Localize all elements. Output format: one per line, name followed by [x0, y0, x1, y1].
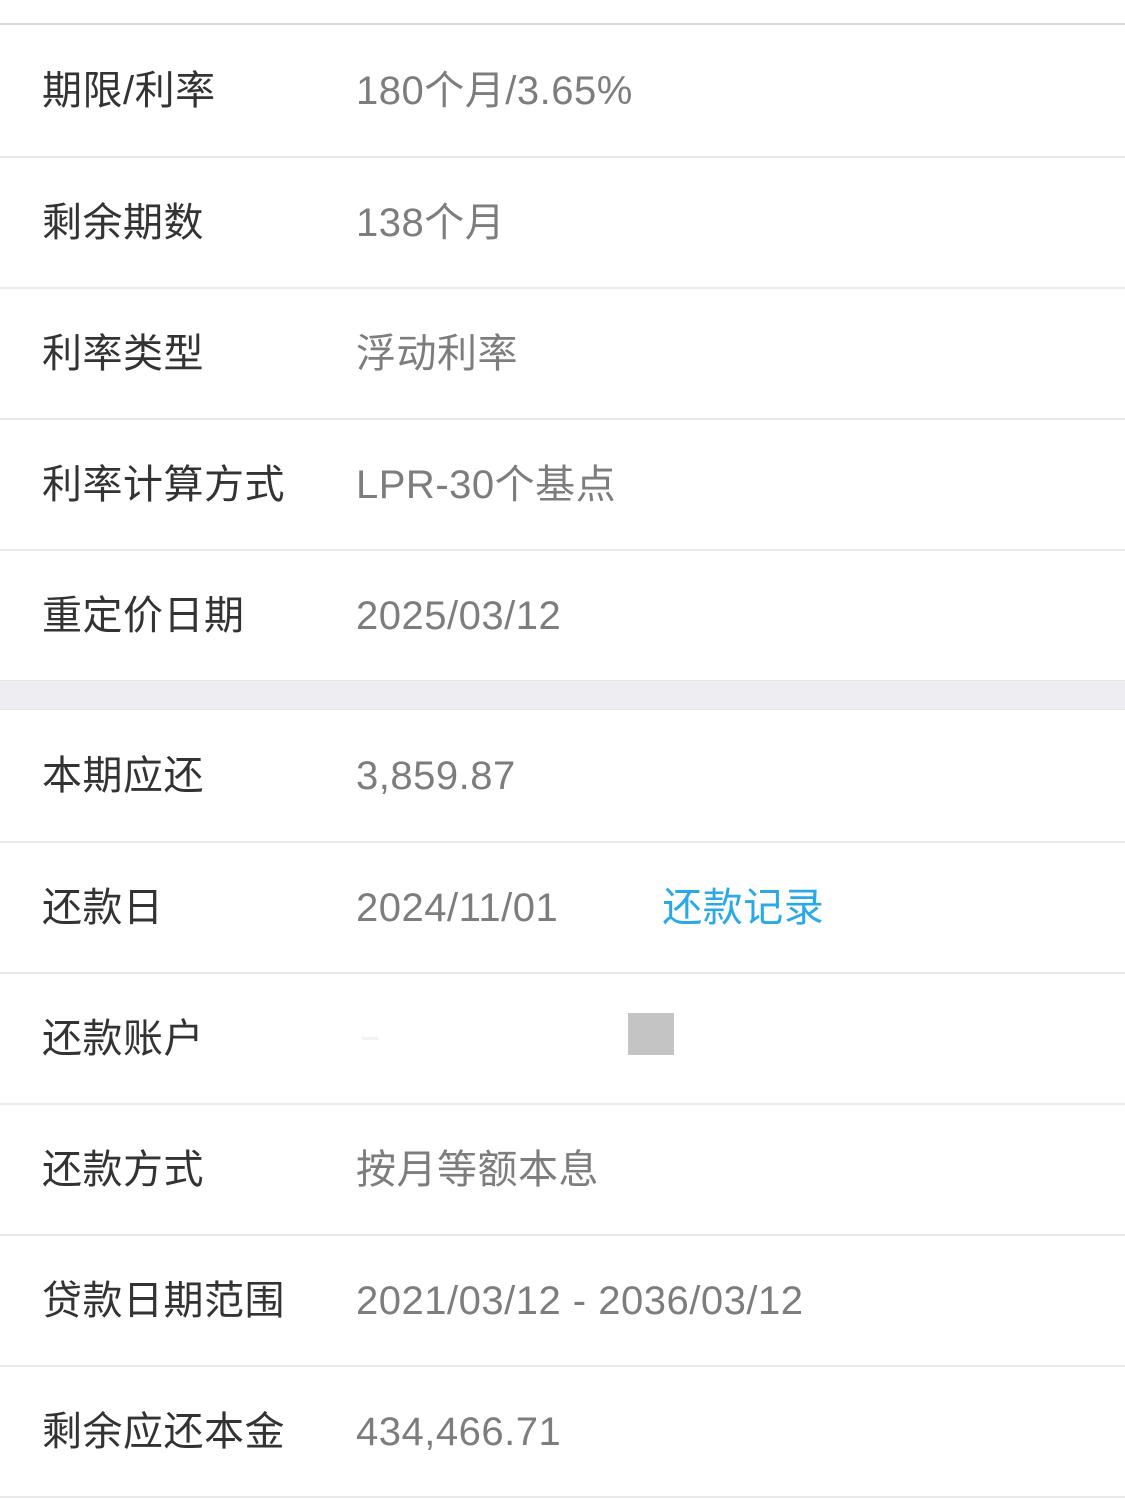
- row-value: LPR-30个基点: [356, 462, 617, 507]
- detail-row-repricing-date[interactable]: 重定价日期 2025/03/12: [0, 549, 1125, 680]
- detail-row-repayment-date[interactable]: 还款日 2024/11/01 还款记录: [0, 841, 1125, 972]
- detail-row-accrued-interest[interactable]: 截止当前应还利息 1,188.14: [0, 1496, 1125, 1500]
- detail-row-remaining-periods[interactable]: 剩余期数 138个月: [0, 156, 1125, 287]
- row-label: 重定价日期: [42, 593, 245, 638]
- repayment-record-link[interactable]: 还款记录: [662, 880, 824, 936]
- row-label: 还款方式: [42, 1147, 204, 1192]
- row-label: 贷款日期范围: [42, 1278, 285, 1323]
- detail-row-current-due[interactable]: 本期应还 3,859.87: [0, 710, 1125, 841]
- row-value: 浮动利率: [356, 331, 518, 376]
- redaction-block: [628, 1012, 674, 1055]
- row-value: 138个月: [356, 200, 506, 245]
- row-value: 2021/03/12 - 2036/03/12: [356, 1278, 804, 1323]
- loan-terms-group: 期限/利率 180个月/3.65% 剩余期数 138个月 利率类型 浮动利率 利…: [0, 25, 1125, 680]
- row-label: 本期应还: [42, 753, 204, 798]
- redaction-ghost-mark: [362, 1037, 378, 1040]
- row-label: 截止当前应还利息: [42, 1493, 342, 1500]
- row-value: 按月等额本息: [356, 1147, 599, 1192]
- top-spacer: [0, 0, 1125, 23]
- row-value: 3,859.87: [356, 753, 516, 798]
- detail-row-rate-type[interactable]: 利率类型 浮动利率: [0, 287, 1125, 418]
- row-label: 剩余期数: [42, 200, 204, 245]
- row-value: 434,466.71: [356, 1409, 562, 1454]
- repayment-group: 本期应还 3,859.87 还款日 2024/11/01 还款记录 还款账户 还…: [0, 710, 1125, 1500]
- detail-row-term-rate[interactable]: 期限/利率 180个月/3.65%: [0, 25, 1125, 156]
- row-label: 利率计算方式: [42, 462, 285, 507]
- detail-row-rate-calculation[interactable]: 利率计算方式 LPR-30个基点: [0, 418, 1125, 549]
- row-label: 期限/利率: [42, 68, 216, 113]
- row-value: 180个月/3.65%: [356, 68, 633, 113]
- section-separator: [0, 680, 1125, 710]
- row-label: 还款日: [42, 885, 164, 930]
- loan-detail-screen: 期限/利率 180个月/3.65% 剩余期数 138个月 利率类型 浮动利率 利…: [0, 0, 1125, 1500]
- detail-row-repayment-method[interactable]: 还款方式 按月等额本息: [0, 1103, 1125, 1234]
- row-value: 2024/11/01: [356, 885, 559, 930]
- masked-account-value: [356, 1011, 1083, 1067]
- row-value: 2025/03/12: [356, 593, 562, 638]
- row-label: 利率类型: [42, 331, 204, 376]
- row-label: 还款账户: [42, 1016, 204, 1061]
- detail-row-loan-date-range[interactable]: 贷款日期范围 2021/03/12 - 2036/03/12: [0, 1234, 1125, 1365]
- detail-row-repayment-account[interactable]: 还款账户: [0, 972, 1125, 1103]
- detail-row-remaining-principal[interactable]: 剩余应还本金 434,466.71: [0, 1365, 1125, 1496]
- row-label: 剩余应还本金: [42, 1409, 285, 1454]
